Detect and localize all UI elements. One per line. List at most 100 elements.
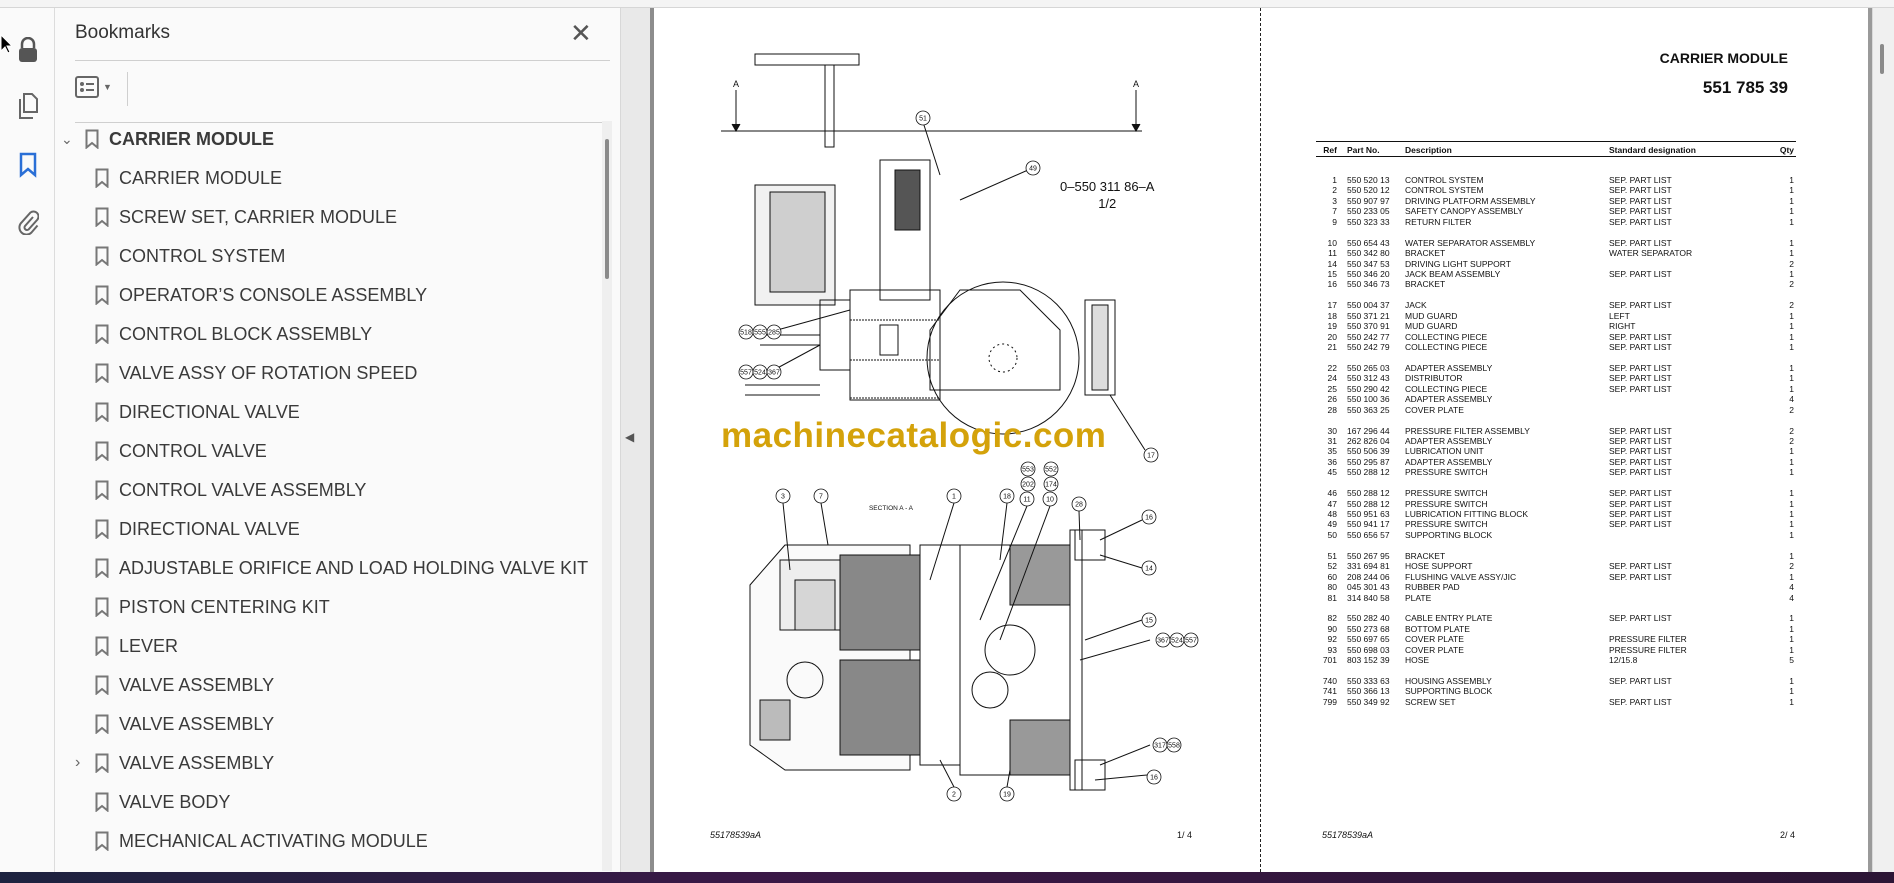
cell-ref: 36 bbox=[1327, 456, 1337, 467]
bookmark-icon[interactable] bbox=[14, 151, 42, 179]
cell-description: BRACKET bbox=[1405, 550, 1446, 561]
cell-qty: 1 bbox=[1789, 550, 1794, 561]
divider bbox=[75, 122, 610, 123]
cell-ref: 30 bbox=[1327, 425, 1337, 436]
cell-ref: 9 bbox=[1332, 216, 1337, 227]
collapse-panel-arrow-icon[interactable]: ◀ bbox=[625, 430, 634, 444]
bookmark-label: VALVE ASSEMBLY bbox=[119, 713, 275, 734]
cell-ref: 28 bbox=[1327, 404, 1337, 415]
table-row: 90 550 273 68 BOTTOM PLATE 1 bbox=[1316, 624, 1796, 634]
table-row: 50 550 656 57 SUPPORTING BLOCK 1 bbox=[1316, 530, 1796, 540]
cell-ref: 50 bbox=[1327, 529, 1337, 540]
cell-ref: 90 bbox=[1327, 623, 1337, 634]
lock-icon[interactable] bbox=[14, 36, 42, 64]
bookmark-icon bbox=[95, 519, 109, 539]
bookmark-item[interactable]: CONTROL VALVE bbox=[95, 436, 267, 466]
bookmark-item[interactable]: VALVE BODY bbox=[95, 787, 230, 817]
cell-qty: 1 bbox=[1789, 529, 1794, 540]
table-row: 19 550 370 91 MUD GUARD RIGHT 1 bbox=[1316, 321, 1796, 331]
cell-description: SUPPORTING BLOCK bbox=[1405, 529, 1493, 540]
bookmark-item[interactable]: CONTROL VALVE ASSEMBLY bbox=[95, 475, 366, 505]
bookmark-item[interactable]: OPERATOR’S CONSOLE ASSEMBLY bbox=[95, 280, 427, 310]
bookmark-label: DIRECTIONAL VALVE bbox=[119, 518, 300, 539]
bookmark-item[interactable]: MECHANICAL ACTIVATING MODULE bbox=[95, 826, 428, 856]
bookmark-item[interactable]: CARRIER MODULE bbox=[95, 163, 282, 193]
table-row: 22 550 265 03 ADAPTER ASSEMBLY SEP. PART LI… bbox=[1316, 363, 1796, 373]
cell-description: JACK bbox=[1405, 300, 1427, 311]
bookmark-item[interactable]: VALVE ASSEMBLY bbox=[95, 709, 274, 739]
close-icon[interactable]: ✕ bbox=[570, 18, 592, 49]
bookmark-icon bbox=[95, 753, 109, 773]
cell-ref: 31 bbox=[1327, 435, 1337, 446]
table-row: 36 550 295 87 ADAPTER ASSEMBLY SEP. PART LI… bbox=[1316, 457, 1796, 467]
document-scrollbar-thumb[interactable] bbox=[1880, 44, 1884, 74]
bookmark-item[interactable]: SCREW SET, CARRIER MODULE bbox=[95, 202, 397, 232]
bookmark-icon bbox=[95, 168, 109, 188]
paperclip-icon[interactable] bbox=[14, 208, 42, 236]
chevron-down-icon[interactable]: ⌄ bbox=[61, 131, 79, 148]
bookmark-icon bbox=[95, 285, 109, 305]
bookmark-parent[interactable]: ⌄ CARRIER MODULE bbox=[61, 124, 274, 154]
bookmarks-panel: Bookmarks ✕ ▼ ⌄ CARRIER MODULE CARRIER MOD… bbox=[55, 8, 620, 872]
cell-ref: 81 bbox=[1327, 592, 1337, 603]
bookmark-item[interactable]: CONTROL SYSTEM bbox=[95, 241, 285, 271]
cell-part-no: 550 349 92 bbox=[1347, 696, 1390, 707]
table-row: 52 331 694 81 HOSE SUPPORT SEP. PART LIST 2 bbox=[1316, 561, 1796, 571]
cell-ref: 14 bbox=[1327, 258, 1337, 269]
table-row: 47 550 288 12 PRESSURE SWITCH SEP. PART LIS… bbox=[1316, 499, 1796, 509]
callout-label: 367 bbox=[768, 370, 780, 377]
cell-description: CONTROL SYSTEM bbox=[1405, 175, 1484, 185]
page1-number: 1/ 4 bbox=[1177, 830, 1193, 840]
callout-label: 202 bbox=[1022, 482, 1034, 489]
copy-pages-icon[interactable] bbox=[14, 92, 42, 120]
callout-label: 558 bbox=[1168, 743, 1180, 750]
cell-description: PRESSURE SWITCH bbox=[1405, 519, 1488, 530]
cell-description: COLLECTING PIECE bbox=[1405, 342, 1488, 352]
cell-standard-designation: SEP. PART LIST bbox=[1609, 696, 1672, 707]
document-scrollbar[interactable] bbox=[1872, 8, 1894, 872]
bookmark-item[interactable]: › VALVE ASSEMBLY bbox=[75, 748, 274, 778]
table-row: 80 045 301 43 RUBBER PAD 4 bbox=[1316, 582, 1796, 592]
bookmark-item[interactable]: DIRECTIONAL VALVE bbox=[95, 514, 300, 544]
table-row: 49 550 941 17 PRESSURE SWITCH SEP. PART LIS… bbox=[1316, 519, 1796, 529]
callout-label: 553 bbox=[1022, 467, 1034, 474]
cell-ref: 11 bbox=[1328, 248, 1337, 259]
cell-description: CABLE ENTRY PLATE bbox=[1405, 613, 1493, 624]
cell-part-no: 550 506 39 bbox=[1347, 446, 1390, 457]
cell-description: ADAPTER ASSEMBLY bbox=[1405, 456, 1493, 467]
cell-ref: 15 bbox=[1327, 268, 1337, 279]
callout-label: 555 bbox=[754, 330, 766, 337]
cell-ref: 35 bbox=[1327, 446, 1337, 457]
cell-description: CONTROL SYSTEM bbox=[1405, 185, 1484, 196]
bookmark-item[interactable]: CONTROL BLOCK ASSEMBLY bbox=[95, 319, 372, 349]
cell-part-no: 045 301 43 bbox=[1347, 582, 1390, 593]
cell-standard-designation: RIGHT bbox=[1609, 321, 1636, 332]
cell-qty: 1 bbox=[1789, 676, 1794, 686]
chevron-right-icon[interactable]: › bbox=[75, 754, 95, 772]
bookmark-item[interactable]: DIRECTIONAL VALVE bbox=[95, 397, 300, 427]
table-row: 10 550 654 43 WATER SEPARATOR ASSEMBLY SEP.… bbox=[1316, 238, 1796, 248]
cell-qty: 1 bbox=[1789, 362, 1794, 373]
cell-standard-designation: PRESSURE FILTER bbox=[1609, 644, 1687, 655]
bookmark-item[interactable]: ADJUSTABLE ORIFICE AND LOAD HOLDING VALV… bbox=[95, 553, 588, 583]
table-row: 30 167 296 44 PRESSURE FILTER ASSEMBLY SEP.… bbox=[1316, 426, 1796, 436]
bookmark-label: CARRIER MODULE bbox=[119, 167, 283, 188]
table-row: 740 550 333 63 HOUSING ASSEMBLY SEP. PART L… bbox=[1316, 676, 1796, 686]
bookmark-options-button[interactable]: ▼ bbox=[75, 74, 119, 100]
table-row: 16 550 346 73 BRACKET 2 bbox=[1316, 279, 1796, 289]
cell-standard-designation: SEP. PART LIST bbox=[1609, 519, 1672, 530]
bookmark-item[interactable]: PISTON CENTERING KIT bbox=[95, 592, 330, 622]
bookmark-item[interactable]: LEVER bbox=[95, 631, 178, 661]
col-ref: Ref bbox=[1323, 145, 1337, 155]
bookmark-item[interactable]: VALVE ASSY OF ROTATION SPEED bbox=[95, 358, 417, 388]
cell-ref: 52 bbox=[1327, 561, 1337, 572]
cell-description: COVER PLATE bbox=[1405, 644, 1464, 655]
callout-label: 174 bbox=[1045, 482, 1057, 489]
cell-qty: 1 bbox=[1789, 519, 1794, 530]
bookmarks-scrollbar-thumb[interactable] bbox=[605, 139, 609, 279]
bookmark-item[interactable]: VALVE ASSEMBLY bbox=[95, 670, 274, 700]
